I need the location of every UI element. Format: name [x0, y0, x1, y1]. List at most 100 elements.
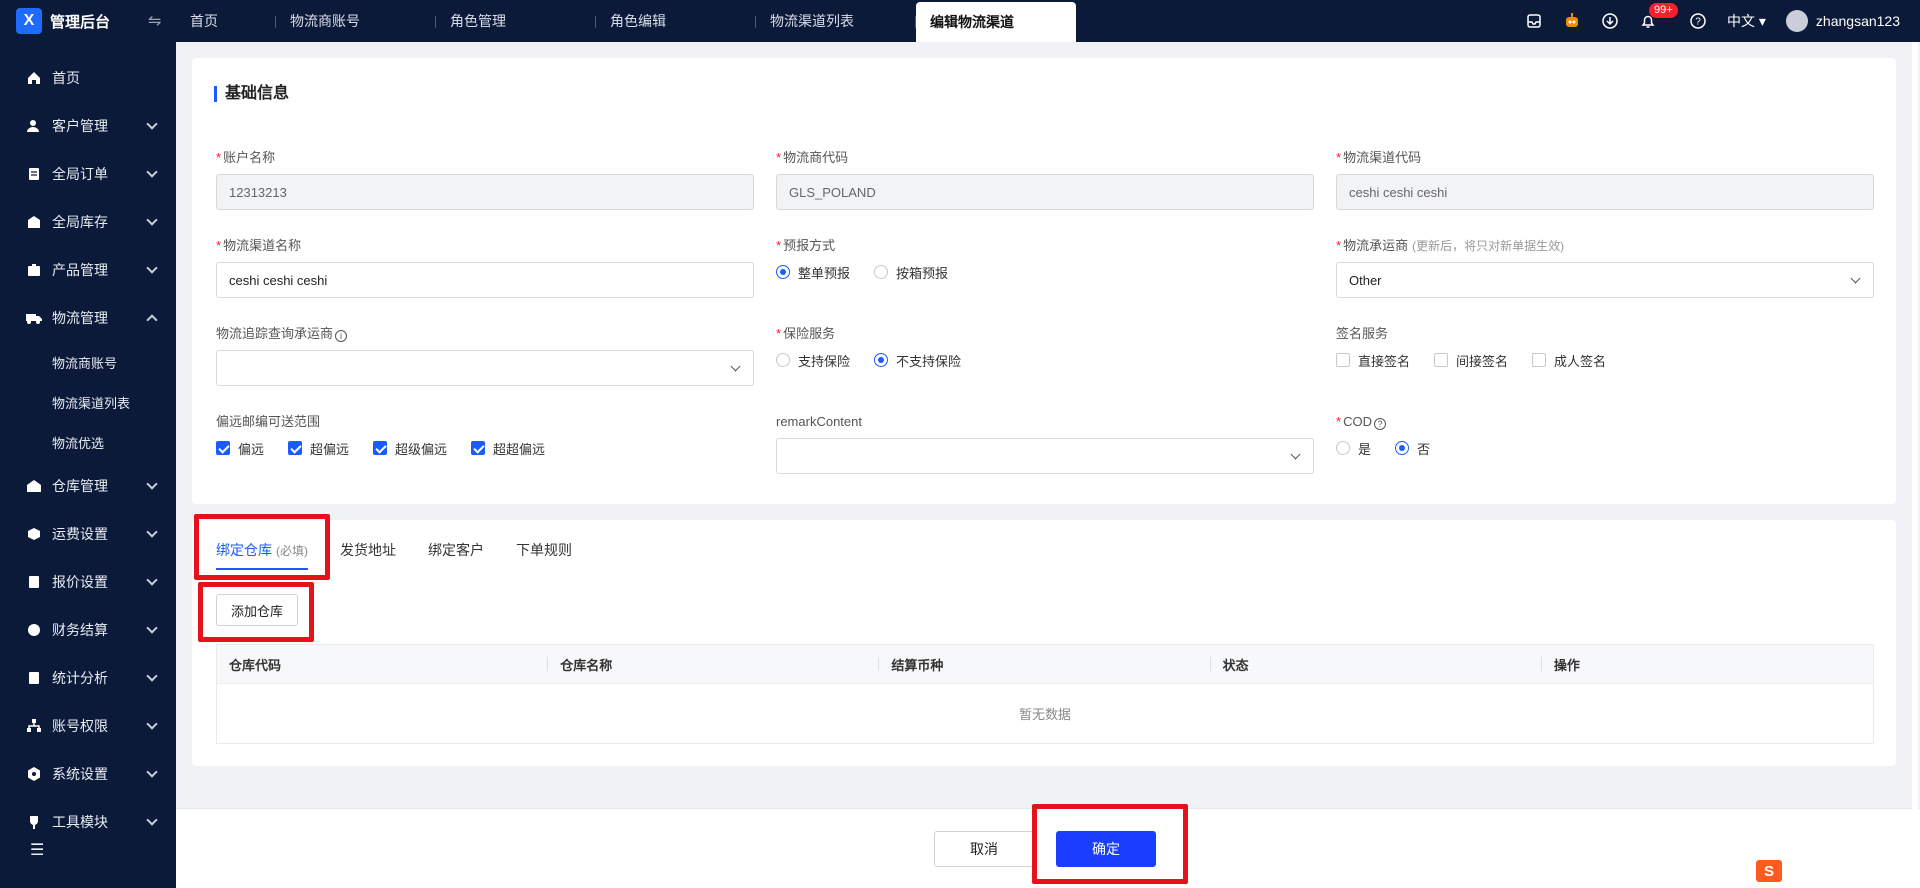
column-header: 操作	[1553, 657, 1580, 673]
field-label: 物流渠道代码	[1343, 150, 1422, 165]
sidebar-subitem-channel-list[interactable]: 物流渠道列表	[0, 382, 176, 422]
radio-cod-yes[interactable]: 是	[1336, 439, 1371, 458]
column-header: 状态	[1211, 655, 1543, 674]
channel-name-field: * 物流渠道名称 ceshi ceshi ceshi	[216, 238, 754, 298]
warehouse-table: 仓库代码 仓库名称 结算币种 状态 操作 暂无数据	[216, 644, 1874, 744]
sidebar-item-stats[interactable]: 统计分析	[0, 654, 176, 702]
sidebar-item-quote[interactable]: 报价设置	[0, 558, 176, 606]
help-icon[interactable]: ?	[1373, 418, 1386, 430]
user-menu[interactable]: zhangsan123	[1785, 10, 1900, 32]
channel-code-input[interactable]: ceshi ceshi ceshi	[1336, 174, 1874, 210]
confirm-button[interactable]: 确定	[1056, 831, 1156, 867]
radio-checked-icon	[1395, 441, 1410, 455]
org-icon	[26, 718, 42, 734]
help-icon[interactable]: ?	[1689, 12, 1707, 30]
sidebar-item-label: 产品管理	[52, 262, 108, 278]
warehouse-icon	[26, 478, 42, 494]
home-icon	[26, 70, 42, 86]
download-icon[interactable]	[1601, 12, 1619, 30]
checkbox-remote[interactable]: 偏远	[216, 439, 264, 458]
sidebar-item-warehouse[interactable]: 仓库管理	[0, 462, 176, 510]
sidebar-item-account-permission[interactable]: 账号权限	[0, 702, 176, 750]
info-icon[interactable]: i	[335, 330, 348, 342]
tab-label: 绑定仓库	[216, 542, 272, 558]
sidebar-item-label: 报价设置	[52, 574, 108, 590]
field-label: 偏远邮编可送范围	[216, 414, 321, 429]
checkbox-signature-direct[interactable]: 直接签名	[1336, 351, 1410, 370]
sidebar-item-home[interactable]: 首页	[0, 54, 176, 102]
bell-icon[interactable]: 99+	[1639, 3, 1678, 30]
cancel-button[interactable]: 取消	[934, 831, 1034, 867]
add-warehouse-button[interactable]: 添加仓库	[216, 594, 298, 626]
chevron-down-icon	[146, 670, 158, 682]
settings-icon	[26, 766, 42, 782]
channel-code-field: * 物流渠道代码 ceshi ceshi ceshi	[1336, 150, 1874, 210]
language-selector[interactable]: 中文 ▾	[1727, 11, 1766, 31]
sidebar-item-inventory[interactable]: 全局库存	[0, 198, 176, 246]
chevron-up-icon	[146, 314, 158, 326]
tab-bind-customer[interactable]: 绑定客户	[428, 540, 484, 570]
sidebar-item-logistics[interactable]: 物流管理	[0, 294, 176, 342]
channel-name-input[interactable]: ceshi ceshi ceshi	[216, 262, 754, 298]
sidebar-item-products[interactable]: 产品管理	[0, 246, 176, 294]
checkbox-ultra-remote[interactable]: 超级偏远	[373, 439, 447, 458]
logo-icon: X	[16, 8, 42, 34]
tab-role-edit[interactable]: 角色编辑	[596, 0, 756, 42]
sidebar-item-label: 账号权限	[52, 718, 108, 734]
column-header: 仓库名称	[548, 655, 880, 674]
chevron-down-icon	[146, 766, 158, 778]
shipper-select[interactable]: Other	[1336, 262, 1874, 298]
tab-role-management[interactable]: 角色管理	[436, 0, 596, 42]
account-name-field: * 账户名称 12313213	[216, 150, 754, 210]
checkbox-signature-adult[interactable]: 成人签名	[1532, 351, 1606, 370]
sidebar-item-orders[interactable]: 全局订单	[0, 150, 176, 198]
language-label: 中文	[1727, 13, 1755, 29]
sidebar-subitem-logistics-preferred[interactable]: 物流优选	[0, 422, 176, 462]
quote-icon	[26, 574, 42, 590]
sidebar-item-finance[interactable]: 财务结算	[0, 606, 176, 654]
floating-widget[interactable]: S	[1756, 860, 1782, 882]
robot-icon[interactable]	[1563, 12, 1581, 30]
radio-forecast-box[interactable]: 按箱预报	[874, 263, 948, 282]
tab-carrier-account[interactable]: 物流商账号	[276, 0, 436, 42]
tracking-carrier-select[interactable]	[216, 350, 754, 386]
chevron-down-icon	[146, 166, 158, 178]
sidebar-item-tools[interactable]: 工具模块	[0, 798, 176, 846]
tab-bind-warehouse[interactable]: 绑定仓库 (必填)	[216, 540, 308, 570]
tab-shipping-address[interactable]: 发货地址	[340, 540, 396, 570]
radio-insurance-support[interactable]: 支持保险	[776, 351, 850, 370]
chevron-down-icon	[146, 574, 158, 586]
checkbox-super-remote[interactable]: 超偏远	[288, 439, 349, 458]
field-label: 物流渠道名称	[223, 238, 302, 253]
tab-order-rules[interactable]: 下单规则	[516, 540, 572, 570]
radio-cod-no[interactable]: 否	[1395, 439, 1430, 458]
forecast-field: * 预报方式 整单预报 按箱预报	[776, 238, 949, 282]
section-title: 基础信息	[214, 86, 289, 102]
chevron-down-icon	[1290, 449, 1301, 460]
radio-icon	[1336, 441, 1350, 455]
collapse-menu-icon[interactable]: ⇋	[148, 11, 161, 31]
inbox-icon[interactable]	[1525, 12, 1543, 30]
radio-label: 整单预报	[798, 265, 851, 281]
checkbox-icon	[1532, 353, 1547, 367]
sidebar-subitem-carrier-account[interactable]: 物流商账号	[0, 342, 176, 382]
header-actions: 99+ ? 中文 ▾ zhangsan123	[1525, 0, 1900, 42]
checkbox-checked-icon	[373, 441, 388, 455]
checkbox-signature-indirect[interactable]: 间接签名	[1434, 351, 1508, 370]
radio-insurance-none[interactable]: 不支持保险	[874, 351, 961, 370]
checkbox-extreme-remote[interactable]: 超超偏远	[471, 439, 545, 458]
scrollbar[interactable]	[1912, 42, 1918, 888]
sidebar-item-freight[interactable]: 运费设置	[0, 510, 176, 558]
account-name-input[interactable]: 12313213	[216, 174, 754, 210]
remark-select[interactable]	[776, 438, 1314, 474]
notification-badge: 99+	[1649, 3, 1678, 18]
tab-home[interactable]: 首页	[176, 0, 276, 42]
column-header: 仓库代码	[217, 655, 549, 674]
radio-forecast-whole[interactable]: 整单预报	[776, 263, 850, 282]
tab-edit-channel[interactable]: 编辑物流渠道	[916, 2, 1076, 42]
tab-channel-list[interactable]: 物流渠道列表	[756, 0, 916, 42]
menu-fold-icon[interactable]: ☰	[30, 840, 44, 860]
sidebar-item-customers[interactable]: 客户管理	[0, 102, 176, 150]
sidebar-item-system-settings[interactable]: 系统设置	[0, 750, 176, 798]
carrier-code-input[interactable]: GLS_POLAND	[776, 174, 1314, 210]
